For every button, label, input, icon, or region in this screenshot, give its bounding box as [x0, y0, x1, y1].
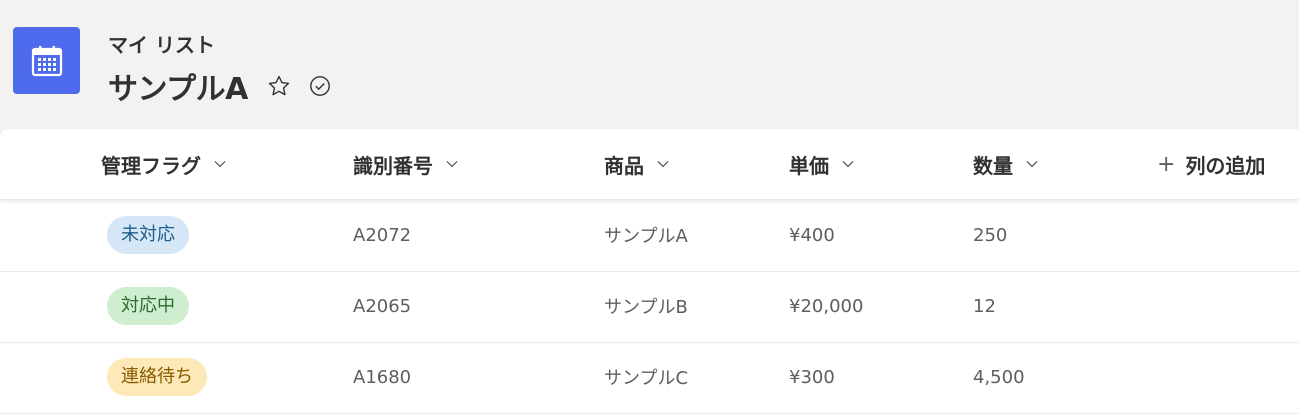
- list-app-icon: [13, 27, 80, 94]
- status-badge: 対応中: [107, 287, 189, 325]
- column-label: 単価: [789, 153, 829, 178]
- chevron-down-icon: [214, 161, 226, 168]
- list-grid: 管理フラグ 識別番号 商品 単価 数量 + 列の追加 未対応 A2072 サンプ…: [0, 129, 1299, 414]
- id-cell: A1680: [353, 366, 412, 388]
- chevron-down-icon: [1026, 161, 1038, 168]
- flag-cell: 未対応: [107, 200, 189, 270]
- price-cell: ¥20,000: [789, 295, 864, 317]
- add-column-button[interactable]: + 列の追加: [1157, 149, 1265, 179]
- product-cell: サンプルA: [604, 226, 688, 247]
- column-label: 識別番号: [353, 153, 433, 178]
- plus-icon: +: [1157, 151, 1176, 177]
- price-cell: ¥400: [789, 224, 835, 246]
- column-header-row: 管理フラグ 識別番号 商品 単価 数量 + 列の追加: [0, 129, 1299, 199]
- flag-cell: 対応中: [107, 271, 189, 341]
- breadcrumb[interactable]: マイ リスト: [108, 29, 215, 58]
- column-label: 管理フラグ: [101, 153, 201, 178]
- status-badge: 連絡待ち: [107, 358, 207, 396]
- column-label: 商品: [604, 153, 644, 178]
- column-header-unit-price[interactable]: 単価: [789, 149, 855, 179]
- quantity-cell: 250: [973, 224, 1008, 246]
- column-header-product[interactable]: 商品: [604, 149, 670, 179]
- chevron-down-icon: [842, 161, 854, 168]
- id-cell: A2065: [353, 295, 412, 317]
- add-column-label: 列の追加: [1185, 153, 1266, 178]
- column-header-quantity[interactable]: 数量: [973, 149, 1039, 179]
- column-header-management-flag[interactable]: 管理フラグ: [101, 149, 227, 179]
- quantity-cell: 12: [973, 295, 996, 317]
- page-title: サンプルA: [108, 72, 248, 107]
- column-header-id[interactable]: 識別番号: [353, 149, 459, 179]
- id-cell: A2072: [353, 224, 412, 246]
- favorite-star-icon[interactable]: [266, 73, 292, 99]
- product-cell: サンプルC: [604, 368, 689, 389]
- title-row: サンプルA: [108, 66, 332, 107]
- table-row[interactable]: 連絡待ち A1680 サンプルC ¥300 4,500: [0, 342, 1299, 414]
- check-circle-icon[interactable]: [308, 74, 332, 98]
- chevron-down-icon: [657, 161, 669, 168]
- table-row[interactable]: 対応中 A2065 サンプルB ¥20,000 12: [0, 271, 1299, 343]
- column-label: 数量: [973, 153, 1013, 178]
- price-cell: ¥300: [789, 366, 835, 388]
- table-row[interactable]: 未対応 A2072 サンプルA ¥400 250: [0, 200, 1299, 272]
- chevron-down-icon: [446, 161, 458, 168]
- product-cell: サンプルB: [604, 297, 688, 318]
- quantity-cell: 4,500: [973, 366, 1025, 388]
- flag-cell: 連絡待ち: [107, 342, 207, 412]
- calendar-icon: [31, 45, 62, 76]
- status-badge: 未対応: [107, 216, 189, 254]
